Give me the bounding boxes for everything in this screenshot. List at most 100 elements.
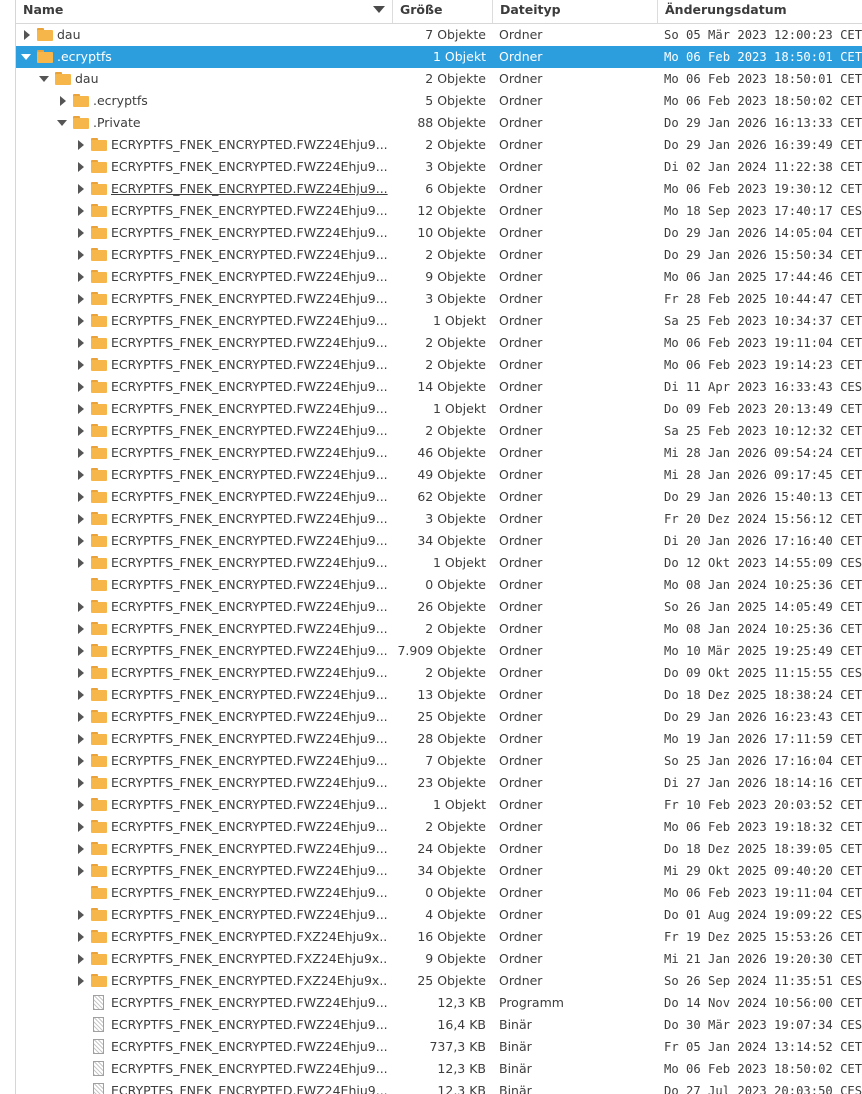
file-name: ECRYPTFS_FNEK_ENCRYPTED.FWZ24Ehju9... — [111, 863, 388, 878]
file-row[interactable]: ECRYPTFS_FNEK_ENCRYPTED.FWZ24Ehju9... 12,… — [16, 1080, 862, 1094]
file-row[interactable]: dau 7 Objekte Ordner So 05 Mär 2023 12:00:2… — [16, 24, 862, 46]
file-row[interactable]: ECRYPTFS_FNEK_ENCRYPTED.FWZ24Ehju9... 10 … — [16, 222, 862, 244]
expander-collapsed[interactable] — [74, 178, 88, 200]
file-row[interactable]: ECRYPTFS_FNEK_ENCRYPTED.FWZ24Ehju9... 1 O… — [16, 794, 862, 816]
file-row[interactable]: ECRYPTFS_FNEK_ENCRYPTED.FWZ24Ehju9... 2 O… — [16, 332, 862, 354]
file-row[interactable]: ECRYPTFS_FNEK_ENCRYPTED.FWZ24Ehju9... 14 … — [16, 376, 862, 398]
expander-collapsed[interactable] — [74, 728, 88, 750]
expander-expanded[interactable] — [20, 46, 34, 68]
expander-collapsed[interactable] — [74, 200, 88, 222]
expander-collapsed[interactable] — [74, 904, 88, 926]
expander-collapsed[interactable] — [74, 332, 88, 354]
expander-collapsed[interactable] — [74, 838, 88, 860]
expander-collapsed[interactable] — [74, 486, 88, 508]
file-row[interactable]: ECRYPTFS_FNEK_ENCRYPTED.FXZ24Ehju9x... 16… — [16, 926, 862, 948]
file-row[interactable]: ECRYPTFS_FNEK_ENCRYPTED.FWZ24Ehju9... 0 O… — [16, 882, 862, 904]
expander-expanded[interactable] — [38, 68, 52, 90]
expander-collapsed[interactable] — [74, 948, 88, 970]
column-header-bar: Name Größe Dateityp Änderungsdatum — [16, 0, 862, 24]
expander-collapsed[interactable] — [74, 860, 88, 882]
expander-collapsed[interactable] — [74, 816, 88, 838]
expander-collapsed[interactable] — [74, 552, 88, 574]
file-row[interactable]: ECRYPTFS_FNEK_ENCRYPTED.FWZ24Ehju9... 16,… — [16, 1014, 862, 1036]
column-header-date[interactable]: Änderungsdatum — [657, 0, 862, 23]
expander-collapsed[interactable] — [74, 970, 88, 992]
expander-collapsed[interactable] — [74, 750, 88, 772]
file-size: 12,3 KB — [437, 1083, 486, 1094]
expander-collapsed[interactable] — [74, 706, 88, 728]
expander-collapsed[interactable] — [74, 662, 88, 684]
file-row[interactable]: ECRYPTFS_FNEK_ENCRYPTED.FWZ24Ehju9... 2 O… — [16, 816, 862, 838]
file-row[interactable]: ECRYPTFS_FNEK_ENCRYPTED.FWZ24Ehju9... 6 O… — [16, 178, 862, 200]
expander-collapsed[interactable] — [74, 530, 88, 552]
file-row[interactable]: ECRYPTFS_FNEK_ENCRYPTED.FXZ24Ehju9x... 9 … — [16, 948, 862, 970]
file-row[interactable]: ECRYPTFS_FNEK_ENCRYPTED.FWZ24Ehju9... 12,… — [16, 1058, 862, 1080]
file-row[interactable]: ECRYPTFS_FNEK_ENCRYPTED.FWZ24Ehju9... 24 … — [16, 838, 862, 860]
expander-collapsed[interactable] — [74, 266, 88, 288]
file-row[interactable]: ECRYPTFS_FNEK_ENCRYPTED.FWZ24Ehju9... 2 O… — [16, 134, 862, 156]
file-row[interactable]: .ecryptfs 5 Objekte Ordner Mo 06 Feb 2023 1… — [16, 90, 862, 112]
expander-collapsed[interactable] — [74, 134, 88, 156]
expander-collapsed[interactable] — [74, 684, 88, 706]
column-header-type[interactable]: Dateityp — [492, 0, 657, 23]
file-row[interactable]: ECRYPTFS_FNEK_ENCRYPTED.FWZ24Ehju9... 46 … — [16, 442, 862, 464]
file-row[interactable]: ECRYPTFS_FNEK_ENCRYPTED.FWZ24Ehju9... 4 O… — [16, 904, 862, 926]
file-row[interactable]: .Private 88 Objekte Ordner Do 29 Jan 2026 1… — [16, 112, 862, 134]
expander-collapsed[interactable] — [74, 376, 88, 398]
expander-collapsed[interactable] — [74, 288, 88, 310]
expander-collapsed[interactable] — [74, 156, 88, 178]
column-header-size[interactable]: Größe — [392, 0, 492, 23]
expander-collapsed[interactable] — [74, 442, 88, 464]
file-row[interactable]: ECRYPTFS_FNEK_ENCRYPTED.FWZ24Ehju9... 0 O… — [16, 574, 862, 596]
file-row[interactable]: ECRYPTFS_FNEK_ENCRYPTED.FWZ24Ehju9... 26 … — [16, 596, 862, 618]
file-row[interactable]: ECRYPTFS_FNEK_ENCRYPTED.FWZ24Ehju9... 23 … — [16, 772, 862, 794]
expander-collapsed[interactable] — [74, 618, 88, 640]
expander-collapsed[interactable] — [74, 926, 88, 948]
expander-collapsed[interactable] — [74, 310, 88, 332]
file-row[interactable]: dau 2 Objekte Ordner Mo 06 Feb 2023 18:50:0… — [16, 68, 862, 90]
file-row[interactable]: .ecryptfs 1 Objekt Ordner Mo 06 Feb 2023 18… — [16, 46, 862, 68]
file-row[interactable]: ECRYPTFS_FNEK_ENCRYPTED.FWZ24Ehju9... 25 … — [16, 706, 862, 728]
file-row[interactable]: ECRYPTFS_FNEK_ENCRYPTED.FWZ24Ehju9... 3 O… — [16, 508, 862, 530]
file-row[interactable]: ECRYPTFS_FNEK_ENCRYPTED.FWZ24Ehju9... 13 … — [16, 684, 862, 706]
expander-collapsed[interactable] — [74, 596, 88, 618]
file-row[interactable]: ECRYPTFS_FNEK_ENCRYPTED.FWZ24Ehju9... 62 … — [16, 486, 862, 508]
file-row[interactable]: ECRYPTFS_FNEK_ENCRYPTED.FWZ24Ehju9... 3 O… — [16, 156, 862, 178]
expander-collapsed[interactable] — [56, 90, 70, 112]
expander-collapsed[interactable] — [74, 794, 88, 816]
file-row[interactable]: ECRYPTFS_FNEK_ENCRYPTED.FWZ24Ehju9... 49 … — [16, 464, 862, 486]
expander-expanded[interactable] — [56, 112, 70, 134]
file-row[interactable]: ECRYPTFS_FNEK_ENCRYPTED.FWZ24Ehju9... 2 O… — [16, 618, 862, 640]
file-row[interactable]: ECRYPTFS_FNEK_ENCRYPTED.FWZ24Ehju9... 1 O… — [16, 398, 862, 420]
expander-collapsed[interactable] — [74, 508, 88, 530]
file-row[interactable]: ECRYPTFS_FNEK_ENCRYPTED.FWZ24Ehju9... 12,… — [16, 992, 862, 1014]
expander-collapsed[interactable] — [20, 24, 34, 46]
file-row[interactable]: ECRYPTFS_FNEK_ENCRYPTED.FWZ24Ehju9... 12 … — [16, 200, 862, 222]
expander-collapsed[interactable] — [74, 640, 88, 662]
file-row[interactable]: ECRYPTFS_FNEK_ENCRYPTED.FWZ24Ehju9... 2 O… — [16, 420, 862, 442]
file-row[interactable]: ECRYPTFS_FNEK_ENCRYPTED.FWZ24Ehju9... 7 O… — [16, 750, 862, 772]
expander-collapsed[interactable] — [74, 244, 88, 266]
column-header-name[interactable]: Name — [16, 0, 392, 23]
file-row[interactable]: ECRYPTFS_FNEK_ENCRYPTED.FWZ24Ehju9... 2 O… — [16, 244, 862, 266]
file-row[interactable]: ECRYPTFS_FNEK_ENCRYPTED.FWZ24Ehju9... 2 O… — [16, 354, 862, 376]
file-row[interactable]: ECRYPTFS_FNEK_ENCRYPTED.FWZ24Ehju9... 7.9… — [16, 640, 862, 662]
file-row[interactable]: ECRYPTFS_FNEK_ENCRYPTED.FWZ24Ehju9... 34 … — [16, 530, 862, 552]
file-row[interactable]: ECRYPTFS_FNEK_ENCRYPTED.FWZ24Ehju9... 1 O… — [16, 310, 862, 332]
folder-icon — [91, 248, 107, 261]
file-row[interactable]: ECRYPTFS_FNEK_ENCRYPTED.FWZ24Ehju9... 1 O… — [16, 552, 862, 574]
file-row[interactable]: ECRYPTFS_FNEK_ENCRYPTED.FWZ24Ehju9... 3 O… — [16, 288, 862, 310]
file-modified-date: So 05 Mär 2023 12:00:23 CET — [664, 28, 862, 42]
file-row[interactable]: ECRYPTFS_FNEK_ENCRYPTED.FWZ24Ehju9... 2 O… — [16, 662, 862, 684]
expander-collapsed[interactable] — [74, 464, 88, 486]
file-row[interactable]: ECRYPTFS_FNEK_ENCRYPTED.FWZ24Ehju9... 34 … — [16, 860, 862, 882]
expander-collapsed[interactable] — [74, 222, 88, 244]
file-row[interactable]: ECRYPTFS_FNEK_ENCRYPTED.FWZ24Ehju9... 9 O… — [16, 266, 862, 288]
expander-collapsed[interactable] — [74, 772, 88, 794]
file-row[interactable]: ECRYPTFS_FNEK_ENCRYPTED.FWZ24Ehju9... 737… — [16, 1036, 862, 1058]
expander-collapsed[interactable] — [74, 420, 88, 442]
file-row[interactable]: ECRYPTFS_FNEK_ENCRYPTED.FXZ24Ehju9x... 25… — [16, 970, 862, 992]
file-row[interactable]: ECRYPTFS_FNEK_ENCRYPTED.FWZ24Ehju9... 28 … — [16, 728, 862, 750]
expander-collapsed[interactable] — [74, 354, 88, 376]
expander-collapsed[interactable] — [74, 398, 88, 420]
